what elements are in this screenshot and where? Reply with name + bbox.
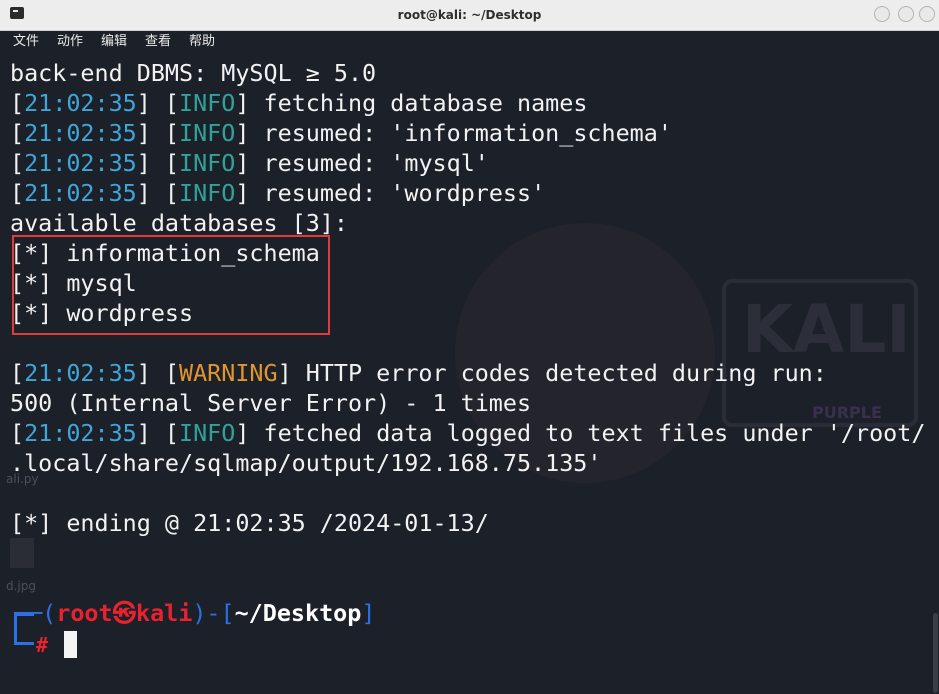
output-line: [21:02:35] [INFO] fetched data logged to… (10, 419, 926, 447)
log-message: resumed: 'mysql' (249, 149, 489, 177)
log-level: INFO (179, 149, 236, 177)
shell-prompt: ──(root㉿kali)-[~/Desktop] (14, 599, 376, 627)
log-message: resumed: 'information_schema' (249, 119, 672, 147)
title-bar[interactable]: root@kali: ~/Desktop (0, 0, 939, 31)
timestamp: 21:02:35 (24, 89, 137, 117)
output-line: .local/share/sqlmap/output/192.168.75.13… (10, 449, 602, 477)
menu-action[interactable]: 动作 (57, 33, 83, 51)
log-level: INFO (179, 419, 236, 447)
close-button[interactable] (919, 6, 935, 22)
menu-file[interactable]: 文件 (13, 33, 39, 51)
log-level: WARNING (179, 359, 278, 387)
log-level: INFO (179, 89, 236, 117)
output-line: [*] ending @ 21:02:35 /2024-01-13/ (10, 509, 489, 537)
output-line: [21:02:35] [INFO] fetching database name… (10, 89, 588, 117)
output-line: back-end DBMS: MySQL ≥ 5.0 (10, 59, 377, 87)
log-message: fetched data logged to text files under … (249, 419, 926, 447)
menu-bar: 文件 动作 编辑 查看 帮助 (0, 31, 939, 53)
kali-logo-text: KALI (742, 291, 911, 368)
prompt-symbol: # (36, 633, 49, 657)
log-message: fetching database names (249, 89, 588, 117)
terminal-output[interactable]: KALI PURPLE ali.py d.jpg back-end DBMS: … (0, 53, 939, 694)
log-message: resumed: 'wordpress' (249, 179, 546, 207)
skull-icon: ㉿ (112, 599, 136, 627)
log-level: INFO (179, 179, 236, 207)
terminal-window: root@kali: ~/Desktop 文件 动作 编辑 查看 帮助 KALI… (0, 0, 939, 694)
output-line: 500 (Internal Server Error) - 1 times (10, 389, 532, 417)
menu-help[interactable]: 帮助 (189, 33, 215, 51)
output-line: [21:02:35] [WARNING] HTTP error codes de… (10, 359, 827, 387)
timestamp: 21:02:35 (24, 419, 137, 447)
highlight-box (12, 235, 330, 335)
desktop-file-label: d.jpg (6, 579, 36, 593)
prompt-user: root (56, 599, 113, 627)
menu-edit[interactable]: 编辑 (101, 33, 127, 51)
output-line: available databases [3]: (10, 209, 348, 237)
output-line: [21:02:35] [INFO] resumed: 'wordpress' (10, 179, 546, 207)
output-line: [21:02:35] [INFO] resumed: 'mysql' (10, 149, 489, 177)
prompt-host: kali (135, 599, 193, 627)
minimize-button[interactable] (874, 6, 890, 22)
maximize-button[interactable] (898, 6, 914, 22)
log-level: INFO (179, 119, 236, 147)
timestamp: 21:02:35 (24, 149, 137, 177)
log-message: HTTP error codes detected during run: (291, 359, 827, 387)
window-title: root@kali: ~/Desktop (397, 8, 542, 22)
timestamp: 21:02:35 (24, 359, 137, 387)
timestamp: 21:02:35 (24, 119, 137, 147)
timestamp: 21:02:35 (24, 179, 137, 207)
prompt-directory: ~/Desktop (234, 599, 362, 627)
output-line: [21:02:35] [INFO] resumed: 'information_… (10, 119, 672, 147)
desktop-image-icon (10, 538, 34, 568)
menu-view[interactable]: 查看 (145, 33, 171, 51)
text-cursor[interactable] (64, 631, 77, 658)
scrollbar[interactable] (933, 613, 938, 693)
